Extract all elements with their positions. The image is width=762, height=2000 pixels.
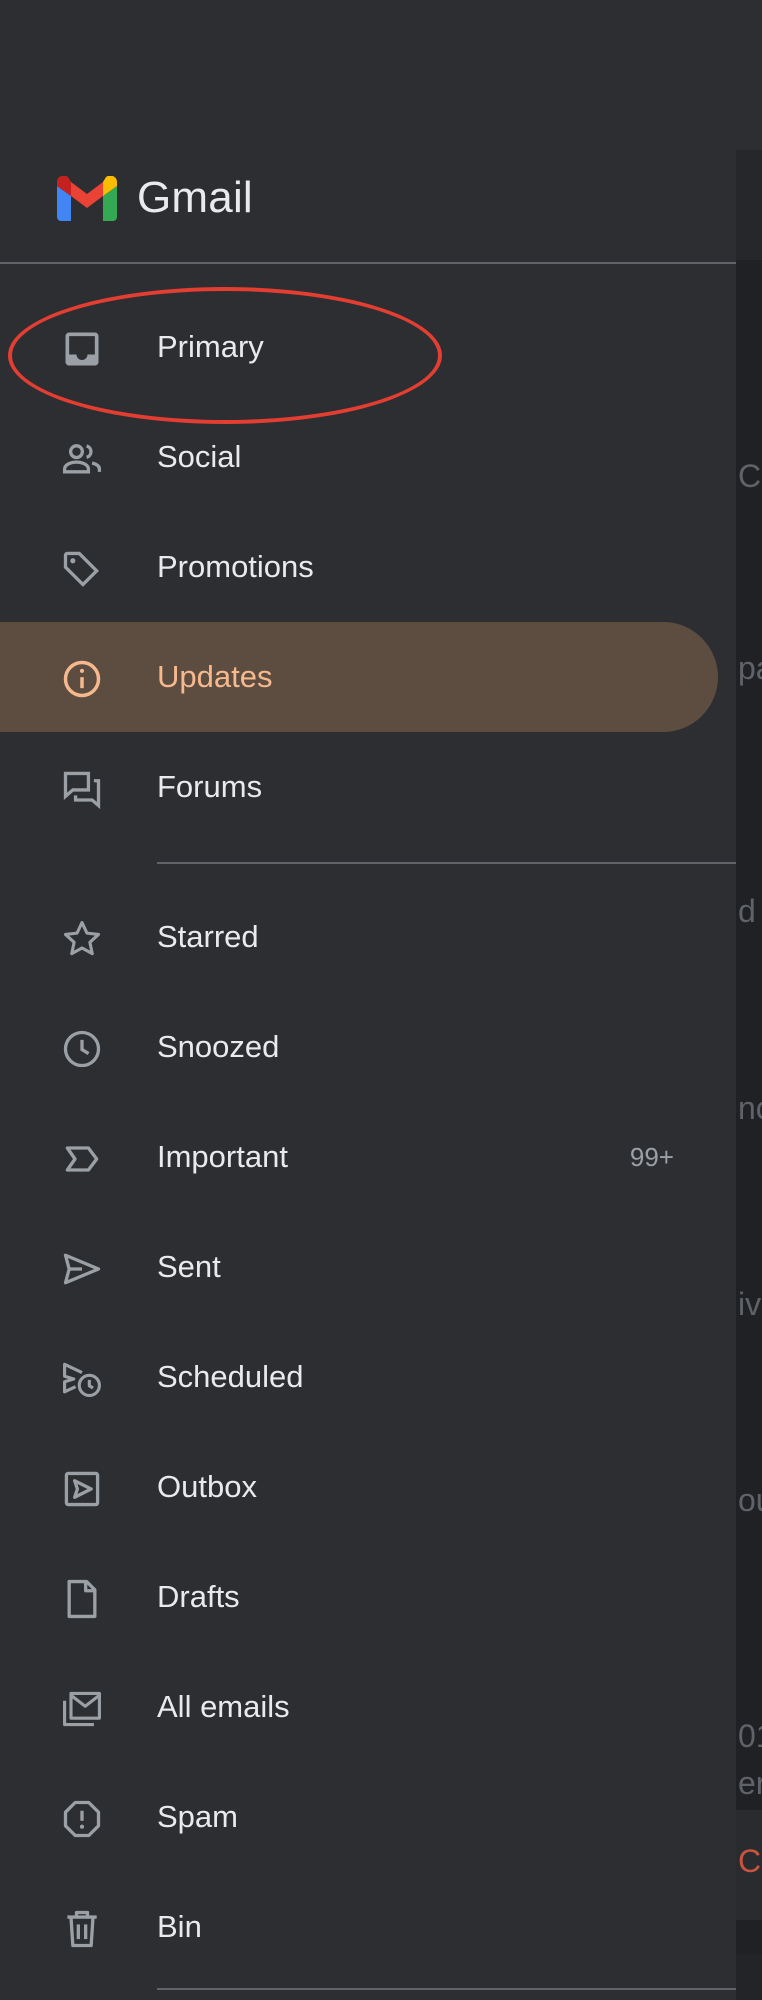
nav-item-social[interactable]: Social — [0, 402, 718, 512]
gmail-logo-icon — [57, 175, 117, 221]
star-icon — [60, 917, 104, 961]
forum-icon — [60, 767, 104, 811]
nav-item-label: Scheduled — [157, 1359, 304, 1394]
nav-item-important[interactable]: Important 99+ — [0, 1102, 718, 1212]
unread-count: 99+ — [629, 1142, 674, 1172]
nav-item-label: Promotions — [157, 549, 314, 584]
nav-item-spam[interactable]: Spam — [0, 1762, 718, 1872]
background-text-fragment: pa — [738, 650, 762, 686]
divider — [0, 262, 736, 264]
nav-item-label: All emails — [157, 1689, 290, 1724]
nav-item-all-emails[interactable]: All emails — [0, 1652, 718, 1762]
background-text-fragment: d t — [738, 893, 762, 929]
background-text-fragment: Cc — [738, 1843, 762, 1879]
divider — [157, 1988, 736, 1990]
nav-item-label: Spam — [157, 1799, 238, 1834]
nav-item-outbox[interactable]: Outbox — [0, 1432, 718, 1542]
info-icon — [60, 657, 104, 701]
spam-icon — [60, 1797, 104, 1841]
nav-item-scheduled[interactable]: Scheduled — [0, 1322, 718, 1432]
nav-item-label: Snoozed — [157, 1029, 280, 1064]
nav-item-snoozed[interactable]: Snoozed — [0, 992, 718, 1102]
background-text-fragment: nc — [738, 1090, 762, 1126]
background-text-fragment: er — [738, 1765, 762, 1801]
nav-item-promotions[interactable]: Promotions — [0, 512, 718, 622]
scheduled-send-icon — [60, 1357, 104, 1401]
inbox-icon — [60, 327, 104, 371]
outbox-icon — [60, 1467, 104, 1511]
clock-icon — [60, 1027, 104, 1071]
nav-item-label: Sent — [157, 1249, 221, 1284]
all-mail-icon — [60, 1687, 104, 1731]
send-icon — [60, 1247, 104, 1291]
nav-item-label: Important — [157, 1139, 288, 1174]
nav-item-label: Starred — [157, 919, 259, 954]
nav-item-bin[interactable]: Bin — [0, 1872, 718, 1982]
nav-item-label: Outbox — [157, 1469, 257, 1504]
important-icon — [60, 1137, 104, 1181]
background-text-fragment: ou — [738, 1482, 762, 1518]
navigation-drawer: Gmail Primary Social Promotions Updates … — [0, 0, 736, 2000]
people-icon — [60, 437, 104, 481]
background-search-area — [736, 150, 762, 260]
background-text-fragment: C — [738, 458, 762, 494]
background-text-fragment: ivi — [738, 1286, 762, 1322]
background-email-list — [736, 0, 762, 2000]
draft-icon — [60, 1577, 104, 1621]
background-text-fragment: 01 — [738, 1718, 762, 1754]
gmail-brand: Gmail — [57, 170, 253, 226]
app-name: Gmail — [137, 173, 253, 222]
nav-item-sent[interactable]: Sent — [0, 1212, 718, 1322]
gmail-screen: C pa d t nc ivi ou 01 er Cc Gmail Primar… — [0, 0, 762, 2000]
background-bottom-bar — [736, 1955, 762, 2000]
nav-item-drafts[interactable]: Drafts — [0, 1542, 718, 1652]
nav-item-label: Drafts — [157, 1579, 240, 1614]
background-toolbar — [736, 0, 762, 150]
nav-item-label: Primary — [157, 329, 264, 364]
nav-item-starred[interactable]: Starred — [0, 882, 718, 992]
nav-item-primary[interactable]: Primary — [0, 292, 718, 402]
nav-item-forums[interactable]: Forums — [0, 732, 718, 842]
nav-item-label: Bin — [157, 1909, 202, 1944]
trash-icon — [60, 1907, 104, 1951]
nav-item-label: Social — [157, 439, 242, 474]
nav-item-label: Forums — [157, 769, 263, 804]
nav-item-label: Updates — [157, 659, 273, 694]
divider — [157, 862, 736, 864]
nav-item-updates[interactable]: Updates — [0, 622, 718, 732]
tag-icon — [60, 547, 104, 591]
